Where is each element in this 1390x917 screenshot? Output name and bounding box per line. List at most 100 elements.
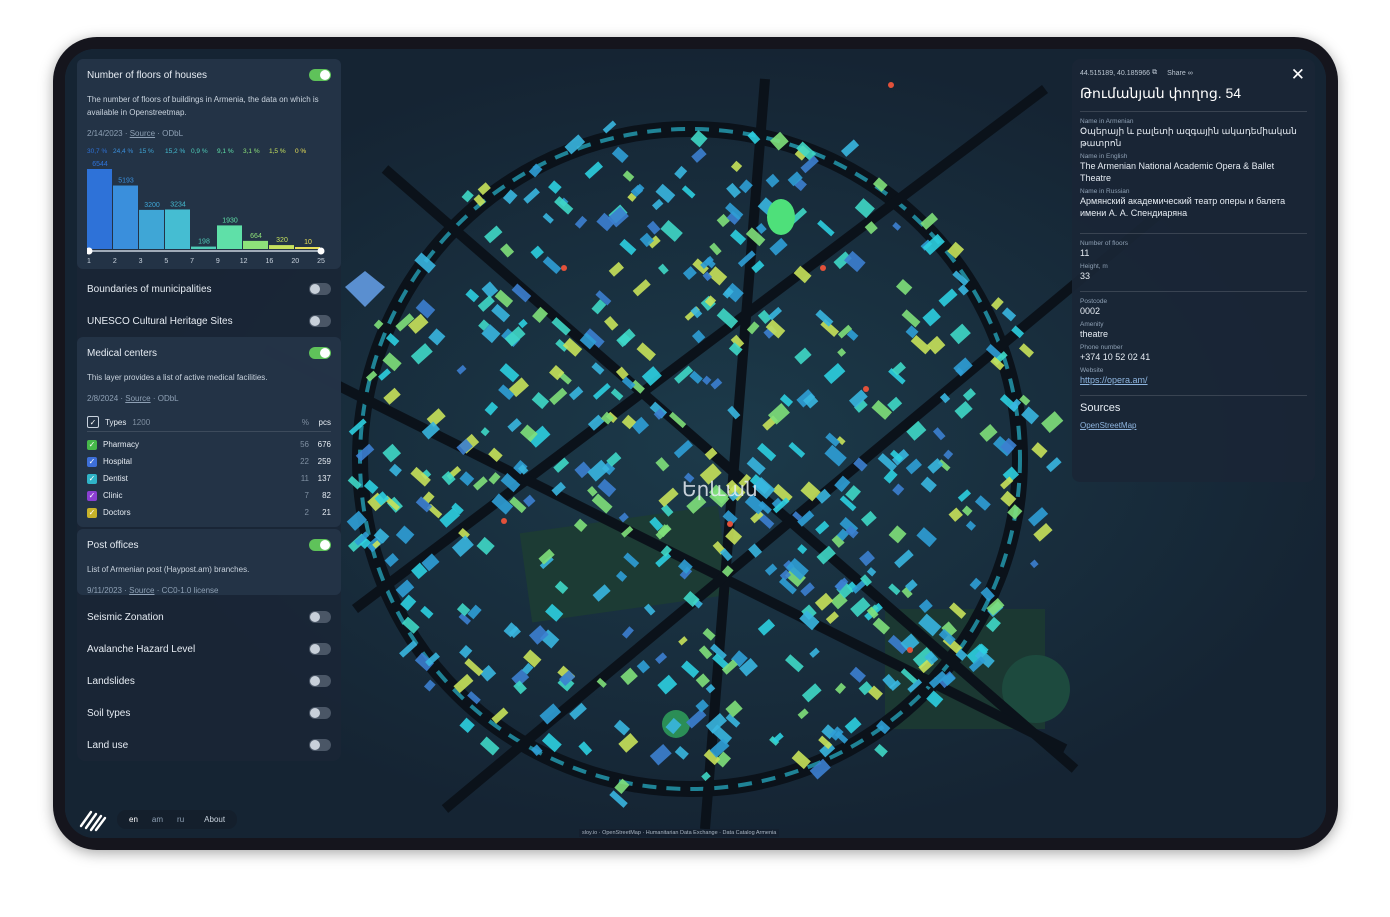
type-count: 21 <box>322 508 331 517</box>
field-value[interactable]: https://opera.am/ <box>1080 374 1307 386</box>
layer-meta: 2/8/2024 · Source · ODbL <box>87 394 179 403</box>
tick-label: 5 <box>164 258 168 265</box>
type-row[interactable]: ✓ Dentist 11 137 <box>87 470 331 487</box>
layer-toggle[interactable] <box>309 611 331 623</box>
layer-title: Boundaries of municipalities <box>87 283 212 295</box>
lang-en[interactable]: en <box>123 813 144 826</box>
city-label: Երևան <box>682 479 758 501</box>
layer-title: Land use <box>87 739 129 751</box>
type-row[interactable]: ✓ Clinic 7 82 <box>87 487 331 504</box>
bar-value-label: 664 <box>250 233 262 240</box>
names-group: Name in Armenian Օպերայի և բալետի ազգային… <box>1080 118 1307 219</box>
types-header: ✓ Types 1200 % pcs <box>87 413 331 432</box>
close-icon[interactable]: ✕ <box>1291 65 1305 85</box>
field-label: Name in Russian <box>1080 188 1130 195</box>
layer-toggle[interactable] <box>309 283 331 295</box>
histogram-bar[interactable] <box>269 245 294 249</box>
sources-link[interactable]: OpenStreetMap <box>1080 420 1307 432</box>
tick-label: 20 <box>291 258 299 265</box>
tick-label: 2 <box>113 258 117 265</box>
field-label: Postcode <box>1080 298 1108 305</box>
layer-title: Seismic Zonation <box>87 611 164 623</box>
layer-toggle[interactable] <box>309 69 331 81</box>
checkbox-icon[interactable]: ✓ <box>87 456 97 467</box>
histogram-bar[interactable] <box>217 225 242 249</box>
histogram-bar[interactable] <box>165 209 190 249</box>
type-percent: 56 <box>300 440 309 449</box>
copy-icon[interactable]: ⧉ <box>1152 69 1157 77</box>
field-label: Name in English <box>1080 153 1128 160</box>
layer-toggle[interactable] <box>309 643 331 655</box>
map-attribution[interactable]: sloy.io · OpenStreetMap · Humanitarian D… <box>579 829 780 837</box>
layers-panel: Number of floors of houses The number of… <box>77 59 341 761</box>
histogram-bar[interactable] <box>87 169 112 249</box>
floor-percent: 24,4 % <box>113 148 134 155</box>
app-screen: Երևան sloy.io · OpenStreetMap · Humanita… <box>65 49 1326 838</box>
bar-value-label: 1930 <box>222 217 238 224</box>
type-percent: 22 <box>300 457 309 466</box>
lang-am[interactable]: am <box>146 813 169 826</box>
layer-post: Post offices List of Armenian post (Hayp… <box>77 529 341 595</box>
field-label: Number of floors <box>1080 240 1129 247</box>
floor-percent: 30,7 % <box>87 148 108 155</box>
histogram-bar[interactable] <box>113 185 138 249</box>
field-value: The Armenian National Academic Opera & B… <box>1080 161 1275 183</box>
layer-title: UNESCO Cultural Heritage Sites <box>87 315 233 327</box>
field-value: +374 10 52 02 41 <box>1080 352 1151 362</box>
floor-percent: 0,9 % <box>191 148 208 155</box>
share-button[interactable]: Share ∞ <box>1167 70 1193 77</box>
coordinates[interactable]: 44.515189, 40.185966 <box>1080 70 1150 77</box>
bar-value-label: 5193 <box>118 178 134 185</box>
layer-toggle[interactable] <box>309 315 331 327</box>
field-value: 33 <box>1080 271 1091 281</box>
sloy-logo[interactable] <box>77 806 109 832</box>
layer-toggle[interactable] <box>309 347 331 359</box>
checkbox-icon[interactable]: ✓ <box>87 473 97 484</box>
range-handle[interactable] <box>317 247 325 255</box>
layer-toggle[interactable] <box>309 539 331 551</box>
histogram-bar[interactable] <box>139 209 164 249</box>
tick-label: 7 <box>190 258 194 265</box>
bar-value-label: 320 <box>276 237 288 244</box>
floor-percent: 1,5 % <box>269 148 286 155</box>
type-percent: 2 <box>304 508 309 517</box>
feature-title: Թումանյան փողոց. 54 <box>1080 85 1242 101</box>
types-list: ✓ Pharmacy 56 676 ✓ Hospital 22 259 ✓ Dentist 11 13… <box>87 436 331 527</box>
bottom-bar: en am ru About <box>77 806 238 832</box>
type-count: 676 <box>317 440 331 449</box>
floor-percent: 15,2 % <box>165 148 186 155</box>
histogram-bar[interactable] <box>243 240 268 249</box>
layer-meta: 2/14/2023 · Source · ODbL <box>87 129 184 138</box>
checkbox-icon[interactable]: ✓ <box>87 507 97 518</box>
type-name: Clinic <box>103 491 123 500</box>
floors-histogram[interactable]: 6544 5193 3200 3234 198 1930 664 320 10 1 2 3 5 7 9 12 1… <box>85 159 331 269</box>
checkbox-icon[interactable]: ✓ <box>87 490 97 501</box>
histogram-bar[interactable] <box>191 246 216 249</box>
source-link[interactable]: Source <box>129 586 154 595</box>
field-value: Армянский академический театр оперы и ба… <box>1080 196 1286 218</box>
layer-toggle[interactable] <box>309 707 331 719</box>
source-link[interactable]: Source <box>130 129 155 138</box>
type-row[interactable]: ✓ Pharmacy 56 676 <box>87 436 331 453</box>
histogram-bar[interactable] <box>295 247 320 249</box>
type-percent: 11 <box>300 474 309 483</box>
type-row[interactable]: ✓ Hospital 22 259 <box>87 453 331 470</box>
layer-toggle[interactable] <box>309 739 331 751</box>
layer-toggle[interactable] <box>309 675 331 687</box>
sources-title: Sources <box>1080 402 1121 414</box>
check-icon[interactable]: ✓ <box>87 416 99 428</box>
layer-title: Post offices <box>87 539 139 551</box>
layer-medical: Medical centers This layer provides a li… <box>77 337 341 527</box>
source-link[interactable]: Source <box>125 394 150 403</box>
lang-ru[interactable]: ru <box>171 813 190 826</box>
field-label: Phone number <box>1080 344 1123 351</box>
layer-title: Avalanche Hazard Level <box>87 643 196 655</box>
type-count: 82 <box>322 491 331 500</box>
type-count: 137 <box>317 474 331 483</box>
type-name: Doctors <box>103 508 131 517</box>
type-row[interactable]: ✓ Doctors 2 21 <box>87 504 331 521</box>
floor-percent: 15 % <box>139 148 154 155</box>
layer-title: Landslides <box>87 675 135 687</box>
checkbox-icon[interactable]: ✓ <box>87 439 97 450</box>
about-link[interactable]: About <box>198 813 231 826</box>
